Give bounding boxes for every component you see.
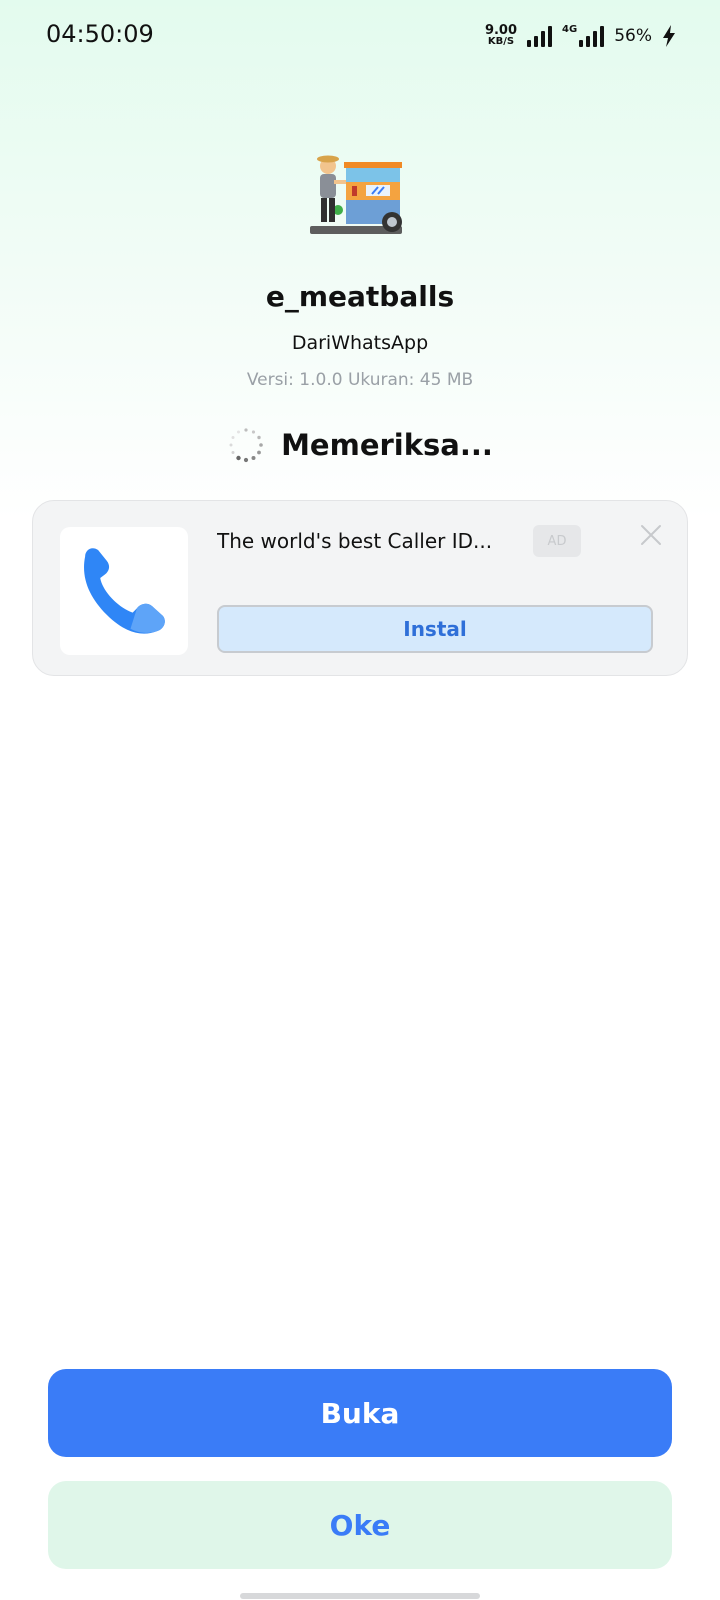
status-time: 04:50:09 bbox=[46, 20, 154, 48]
cellular-4g-signal-icon: 4G bbox=[562, 24, 605, 47]
network-speed-unit: KB/S bbox=[487, 36, 515, 47]
app-version-size: Versi: 1.0.0 Ukuran: 45 MB bbox=[246, 370, 474, 390]
status-bar: 04:50:09 9.00 KB/S 4G 56% bbox=[0, 0, 720, 72]
charging-icon bbox=[663, 25, 675, 47]
network-type-label: 4G bbox=[562, 24, 578, 35]
ad-install-button[interactable]: Instal bbox=[217, 605, 653, 653]
phone-icon bbox=[84, 548, 165, 634]
checking-label: Memeriksa... bbox=[281, 428, 493, 462]
ad-title[interactable]: The world's best Caller ID... bbox=[217, 529, 517, 553]
home-indicator[interactable] bbox=[240, 1593, 480, 1599]
network-speed-value: 9.00 bbox=[484, 23, 518, 38]
app-source: DariWhatsApp bbox=[291, 332, 429, 354]
ok-button[interactable]: Oke bbox=[48, 1481, 672, 1569]
battery-percent: 56% bbox=[614, 26, 652, 46]
app-name: e_meatballs bbox=[265, 280, 455, 313]
loading-spinner-icon bbox=[229, 428, 263, 463]
network-speed: 9.00 KB/S bbox=[484, 23, 518, 47]
checking-status: Memeriksa... bbox=[0, 426, 720, 464]
meatball-cart-app-icon bbox=[310, 155, 402, 234]
status-icons: 9.00 KB/S 4G 56% bbox=[485, 22, 676, 50]
close-icon[interactable] bbox=[637, 521, 665, 549]
cellular-signal-icon bbox=[527, 25, 553, 47]
ad-card[interactable]: The world's best Caller ID... AD Instal bbox=[32, 500, 688, 676]
open-button[interactable]: Buka bbox=[48, 1369, 672, 1457]
ad-badge: AD bbox=[533, 525, 581, 557]
ad-app-icon[interactable] bbox=[60, 527, 188, 655]
